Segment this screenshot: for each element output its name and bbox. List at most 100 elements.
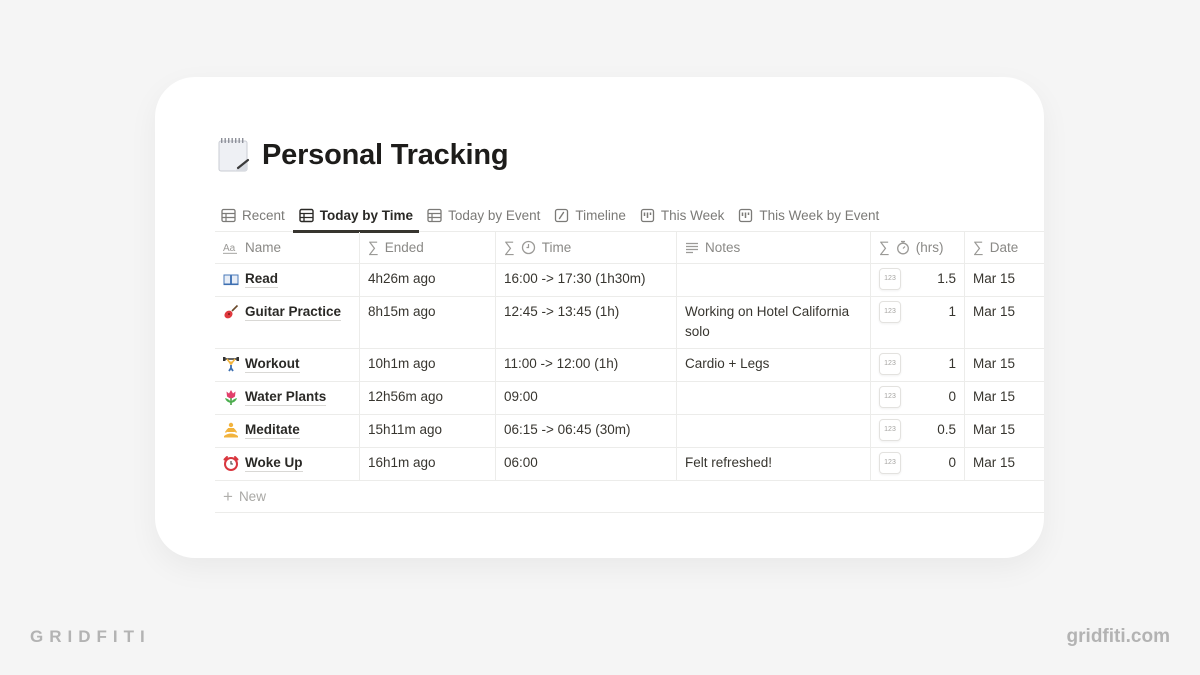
column-header-name[interactable]: Aa Name (215, 232, 360, 263)
hrs-value: 0 (948, 389, 956, 404)
sigma-icon: ∑ (879, 238, 890, 256)
number-format-badge[interactable]: 123 (879, 268, 901, 290)
date-cell: Mar 15 (973, 389, 1016, 404)
hrs-cell: 123 1.5 (871, 264, 965, 296)
time-cell: 12:45 -> 13:45 (1h) (496, 297, 677, 348)
ended-cell: 15h11m ago (360, 415, 496, 447)
date-cell: Mar 15 (973, 271, 1016, 286)
text-aa-icon: Aa (223, 242, 239, 254)
text-lines-icon (685, 242, 699, 254)
hrs-value: 1.5 (937, 271, 956, 286)
hrs-value: 1 (948, 304, 956, 319)
hrs-value: 0 (948, 455, 956, 470)
board-icon (640, 208, 655, 223)
clock-icon (521, 240, 536, 255)
number-format-badge[interactable]: 123 (879, 301, 901, 323)
column-header-ended[interactable]: ∑ Ended (360, 232, 496, 263)
stopwatch-icon (896, 240, 910, 255)
time-cell: 06:15 -> 06:45 (30m) (496, 415, 677, 447)
date-cell: Mar 15 (973, 304, 1016, 319)
notes-cell[interactable]: Felt refreshed! (677, 448, 871, 480)
hrs-cell: 123 1 (871, 297, 965, 348)
meditation-icon (223, 422, 239, 438)
name-cell[interactable]: Woke Up (215, 448, 360, 480)
name-cell[interactable]: Workout (215, 349, 360, 381)
add-new-row-button[interactable]: + New (215, 481, 1044, 513)
column-header-notes[interactable]: Notes (677, 232, 871, 263)
tab-this-week-by-event[interactable]: This Week by Event (732, 199, 885, 232)
notes-cell[interactable] (677, 264, 871, 296)
tab-today-by-event[interactable]: Today by Event (421, 199, 546, 232)
hrs-cell: 123 0.5 (871, 415, 965, 447)
alarm-clock-icon (223, 455, 239, 471)
time-cell: 11:00 -> 12:00 (1h) (496, 349, 677, 381)
tab-label: This Week (660, 207, 725, 223)
table-row[interactable]: Read 4h26m ago 16:00 -> 17:30 (1h30m) 12… (215, 264, 1044, 297)
table-row[interactable]: Workout 10h1m ago 11:00 -> 12:00 (1h) Ca… (215, 349, 1044, 382)
name-cell[interactable]: Meditate (215, 415, 360, 447)
table-row[interactable]: Meditate 15h11m ago 06:15 -> 06:45 (30m)… (215, 415, 1044, 448)
tulip-icon (223, 389, 239, 405)
notion-page-card: Personal Tracking Recent Today by Time T… (155, 77, 1044, 558)
page-title-text: Personal Tracking (262, 138, 509, 171)
notes-cell[interactable] (677, 382, 871, 414)
tab-today-by-time[interactable]: Today by Time (292, 199, 420, 233)
tab-timeline[interactable]: Timeline (548, 199, 632, 232)
book-icon (223, 271, 239, 287)
tab-this-week[interactable]: This Week (634, 199, 731, 232)
table-row[interactable]: Guitar Practice 8h15m ago 12:45 -> 13:45… (215, 297, 1044, 349)
table-row[interactable]: Woke Up 16h1m ago 06:00 Felt refreshed! … (215, 448, 1044, 481)
column-header-date[interactable]: ∑ Date (965, 232, 1044, 263)
hrs-cell: 123 0 (871, 382, 965, 414)
plus-icon: + (223, 486, 233, 506)
brand-url: gridfiti.com (1066, 626, 1170, 647)
ended-cell: 16h1m ago (360, 448, 496, 480)
table-icon (299, 208, 314, 223)
column-header-time[interactable]: ∑ Time (496, 232, 677, 263)
view-tabs: Recent Today by Time Today by Event Time… (215, 199, 1044, 233)
weightlifter-icon (223, 356, 239, 372)
tab-label: Today by Event (448, 207, 541, 223)
time-cell: 16:00 -> 17:30 (1h30m) (496, 264, 677, 296)
board-icon (738, 208, 753, 223)
hrs-value: 0.5 (937, 422, 956, 437)
guitar-icon (223, 304, 239, 320)
ended-cell: 12h56m ago (360, 382, 496, 414)
tab-label: This Week by Event (759, 207, 880, 223)
page-title: Personal Tracking (217, 137, 509, 173)
date-cell: Mar 15 (973, 422, 1016, 437)
notes-cell[interactable]: Working on Hotel California solo (677, 297, 871, 348)
hrs-value: 1 (948, 356, 956, 371)
notes-cell[interactable] (677, 415, 871, 447)
sigma-icon: ∑ (504, 238, 515, 256)
tab-label: Recent (242, 207, 285, 223)
name-cell[interactable]: Water Plants (215, 382, 360, 414)
notes-cell[interactable]: Cardio + Legs (677, 349, 871, 381)
number-format-badge[interactable]: 123 (879, 419, 901, 441)
ended-cell: 8h15m ago (360, 297, 496, 348)
svg-text:Aa: Aa (223, 243, 236, 254)
sigma-icon: ∑ (368, 238, 379, 256)
table-header-row: Aa Name ∑ Ended ∑ Time Notes ∑ (hrs) ∑ D… (215, 232, 1044, 264)
time-cell: 06:00 (496, 448, 677, 480)
tab-label: Timeline (575, 207, 626, 223)
column-header-hrs[interactable]: ∑ (hrs) (871, 232, 965, 263)
number-format-badge[interactable]: 123 (879, 386, 901, 408)
database-table: Aa Name ∑ Ended ∑ Time Notes ∑ (hrs) ∑ D… (215, 232, 1044, 513)
sigma-icon: ∑ (973, 238, 984, 256)
date-cell: Mar 15 (973, 455, 1016, 470)
tab-recent[interactable]: Recent (215, 199, 291, 232)
date-cell: Mar 15 (973, 356, 1016, 371)
table-icon (427, 208, 442, 223)
ended-cell: 4h26m ago (360, 264, 496, 296)
timeline-icon (554, 208, 569, 223)
ended-cell: 10h1m ago (360, 349, 496, 381)
name-cell[interactable]: Read (215, 264, 360, 296)
table-row[interactable]: Water Plants 12h56m ago 09:00 123 0 Mar … (215, 382, 1044, 415)
table-icon (221, 208, 236, 223)
spiral-notepad-icon (217, 137, 251, 173)
number-format-badge[interactable]: 123 (879, 452, 901, 474)
number-format-badge[interactable]: 123 (879, 353, 901, 375)
name-cell[interactable]: Guitar Practice (215, 297, 360, 348)
time-cell: 09:00 (496, 382, 677, 414)
